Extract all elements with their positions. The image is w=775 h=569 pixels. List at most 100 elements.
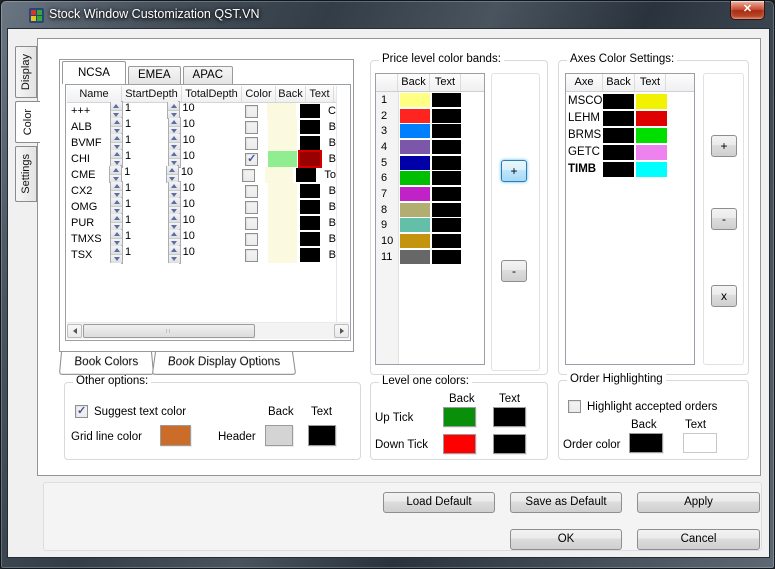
back-color-cell[interactable]	[267, 183, 297, 199]
band-text-swatch[interactable]	[432, 139, 461, 154]
color-checkbox[interactable]	[245, 200, 259, 214]
grid-column-header[interactable]: TotalDepth	[182, 86, 242, 102]
band-text-swatch[interactable]	[432, 124, 461, 139]
spin-up-icon[interactable]	[168, 182, 180, 190]
axe-text-swatch[interactable]	[636, 93, 667, 109]
spin-up-icon[interactable]	[111, 182, 122, 190]
color-checkbox[interactable]	[245, 248, 259, 262]
band-back-swatch[interactable]	[400, 186, 430, 201]
back-color-cell[interactable]	[267, 151, 297, 167]
band-text-swatch[interactable]	[432, 249, 461, 264]
save-as-default-button[interactable]: Save as Default	[510, 492, 622, 513]
spin-up-icon[interactable]	[168, 230, 180, 238]
remove-axis-button[interactable]: -	[711, 208, 737, 230]
text-color-swatch[interactable]	[300, 152, 321, 166]
color-checkbox[interactable]	[245, 216, 259, 230]
text-color-swatch[interactable]	[300, 200, 321, 214]
spinner-arrows[interactable]	[167, 102, 180, 119]
spin-up-icon[interactable]	[168, 214, 180, 222]
title-bar[interactable]: Stock Window Customization QST.VN ✕	[1, 1, 774, 29]
color-checkbox[interactable]	[245, 120, 259, 134]
text-color-swatch[interactable]	[300, 232, 321, 246]
axe-back-swatch[interactable]	[603, 161, 634, 177]
grid-row-chi[interactable]: CHI 1 10 B	[67, 149, 336, 168]
grid-column-header[interactable]: Text	[306, 86, 334, 102]
spinner-arrows[interactable]	[167, 198, 180, 215]
spinner-arrows[interactable]	[167, 246, 180, 263]
band-back-swatch[interactable]	[400, 249, 430, 264]
highlight-accepted-orders-checkbox[interactable]	[568, 400, 581, 413]
grid-row-pur[interactable]: PUR 1 10 B	[67, 213, 336, 232]
horizontal-scrollbar[interactable]	[67, 322, 349, 339]
band-back-swatch[interactable]	[400, 92, 430, 107]
color-checkbox[interactable]	[245, 232, 259, 246]
spin-up-icon[interactable]	[168, 134, 180, 142]
band-text-swatch[interactable]	[432, 186, 461, 201]
band-text-swatch[interactable]	[432, 92, 461, 107]
apply-button[interactable]: Apply	[637, 492, 760, 513]
axe-back-swatch[interactable]	[603, 93, 634, 109]
delete-axis-button[interactable]: x	[711, 285, 737, 307]
axes-row-timb[interactable]: TIMB	[566, 161, 694, 177]
add-band-button[interactable]: +	[501, 160, 527, 182]
band-back-swatch[interactable]	[400, 218, 430, 233]
band-back-swatch[interactable]	[400, 139, 430, 154]
spin-up-icon[interactable]	[111, 246, 122, 254]
cancel-button[interactable]: Cancel	[637, 529, 760, 550]
close-button[interactable]: ✕	[730, 1, 765, 20]
spin-up-icon[interactable]	[111, 214, 122, 222]
spin-up-icon[interactable]	[110, 166, 122, 174]
region-tab-emea[interactable]: EMEA	[127, 66, 181, 84]
down-tick-text-swatch[interactable]	[493, 434, 526, 454]
spin-up-icon[interactable]	[111, 230, 122, 238]
text-color-swatch[interactable]	[300, 120, 321, 134]
suggest-text-color-checkbox[interactable]	[75, 404, 88, 418]
book-tab-book-colors[interactable]: Book Colors	[58, 352, 154, 375]
spinner-arrows[interactable]	[165, 166, 178, 183]
spinner-arrows[interactable]	[109, 166, 122, 183]
spin-up-icon[interactable]	[111, 198, 122, 206]
back-color-cell[interactable]	[267, 103, 297, 119]
spin-up-icon[interactable]	[168, 102, 180, 110]
ok-button[interactable]: OK	[510, 529, 622, 550]
spinner-arrows[interactable]	[167, 182, 180, 199]
spinner-arrows[interactable]	[167, 214, 180, 231]
back-color-cell[interactable]	[264, 167, 293, 183]
book-tab-book-display-options[interactable]: Book Display Options	[151, 352, 296, 375]
up-tick-text-swatch[interactable]	[493, 407, 526, 427]
color-checkbox[interactable]	[245, 136, 259, 150]
add-axis-button[interactable]: +	[711, 135, 737, 157]
band-text-swatch[interactable]	[432, 155, 461, 170]
axe-text-swatch[interactable]	[636, 110, 667, 126]
back-color-cell[interactable]	[267, 247, 297, 263]
band-back-swatch[interactable]	[400, 234, 430, 249]
axe-back-swatch[interactable]	[603, 110, 634, 126]
spin-up-icon[interactable]	[111, 118, 122, 126]
region-tab-apac[interactable]: APAC	[182, 66, 234, 84]
color-checkbox[interactable]	[244, 104, 258, 118]
total-depth-spinner[interactable]: 10	[167, 245, 195, 264]
spin-up-icon[interactable]	[168, 198, 180, 206]
band-text-swatch[interactable]	[432, 234, 461, 249]
axes-row-lehm[interactable]: LEHM	[566, 110, 694, 126]
spinner-arrows[interactable]	[110, 246, 122, 263]
text-color-swatch[interactable]	[300, 216, 321, 230]
spin-up-icon[interactable]	[111, 134, 122, 142]
grid-row-tmxs[interactable]: TMXS 1 10 B	[67, 229, 336, 248]
spin-up-icon[interactable]	[168, 118, 180, 126]
back-color-cell[interactable]	[267, 199, 297, 215]
back-color-cell[interactable]	[267, 119, 297, 135]
color-checkbox[interactable]	[245, 184, 259, 198]
band-back-swatch[interactable]	[400, 202, 430, 217]
grid-row-alb[interactable]: ALB 1 10 B	[67, 117, 336, 136]
color-checkbox[interactable]	[245, 152, 259, 166]
side-tab-color[interactable]: Color	[15, 101, 40, 144]
grid-column-header[interactable]: Back	[276, 86, 306, 102]
band-text-swatch[interactable]	[432, 171, 461, 186]
grid-row-cx2[interactable]: CX2 1 10 B	[67, 181, 336, 200]
grid-row-bvmf[interactable]: BVMF 1 10 B	[67, 133, 336, 152]
scroll-right-icon[interactable]	[334, 324, 349, 338]
axe-back-swatch[interactable]	[603, 127, 634, 143]
side-tab-display[interactable]: Display	[15, 46, 37, 99]
order-text-swatch[interactable]	[683, 433, 717, 453]
